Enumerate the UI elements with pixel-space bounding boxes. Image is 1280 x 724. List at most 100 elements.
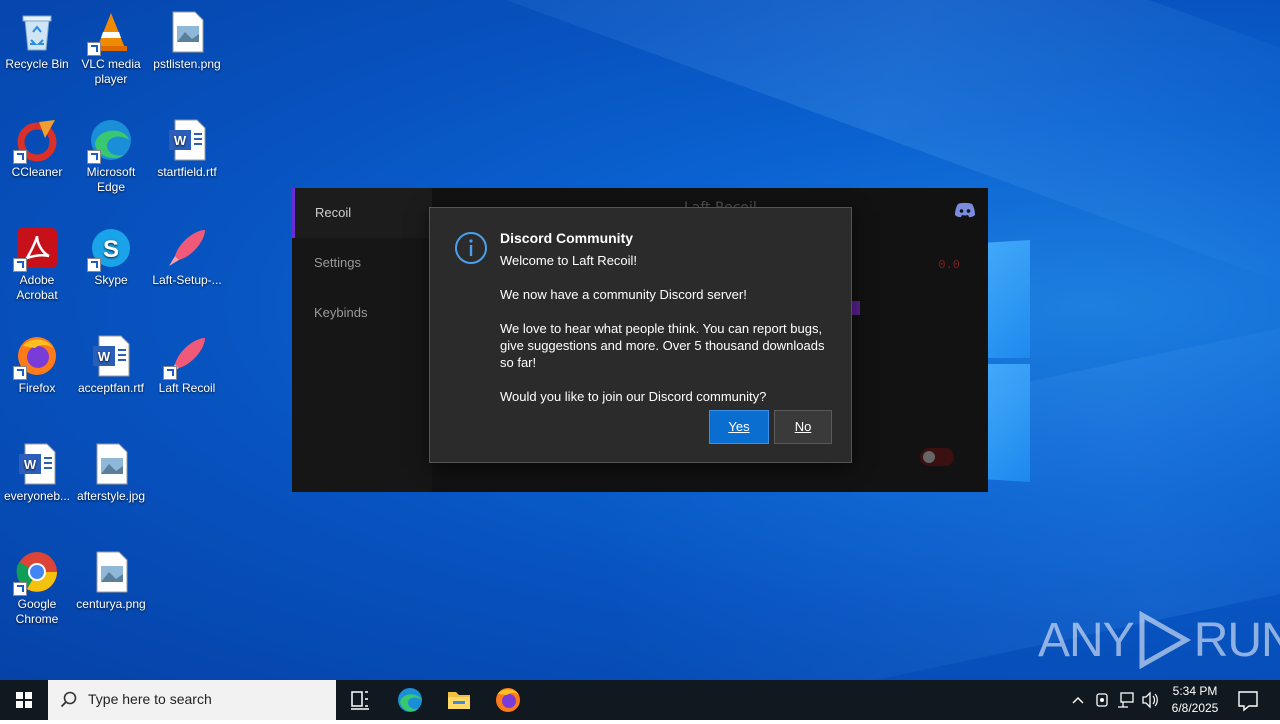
play-triangle-icon xyxy=(1139,611,1191,669)
taskbar-clock[interactable]: 5:34 PM 6/8/2025 xyxy=(1160,683,1230,717)
shortcut-arrow-icon xyxy=(13,150,27,164)
edge-icon xyxy=(87,118,133,164)
ccleaner-icon xyxy=(13,118,59,164)
notification-icon xyxy=(1238,691,1258,712)
desktop-icon-acceptfan[interactable]: W acceptfan.rtf xyxy=(74,328,148,396)
desktop-icon-afterstyle[interactable]: afterstyle.jpg xyxy=(74,436,148,504)
volume-icon[interactable] xyxy=(1142,691,1158,709)
svg-text:W: W xyxy=(98,349,111,364)
shortcut-arrow-icon xyxy=(87,150,101,164)
word-doc-icon: W xyxy=(165,118,209,162)
shortcut-arrow-icon xyxy=(87,258,101,272)
slider-handle[interactable] xyxy=(852,301,860,315)
icon-label: Laft Recoil xyxy=(158,381,216,395)
vlc-icon xyxy=(87,10,133,56)
taskbar-firefox[interactable] xyxy=(484,680,532,720)
desktop-icon-pstlisten[interactable]: pstlisten.png xyxy=(150,4,224,72)
icon-label: Microsoft Edge xyxy=(86,165,136,194)
folder-icon xyxy=(448,692,470,709)
icon-label: Laft-Setup-... xyxy=(152,273,222,287)
image-file-icon xyxy=(89,550,133,594)
discord-community-dialog: Discord Community Welcome to Laft Recoil… xyxy=(429,207,852,463)
taskbar-search-box[interactable]: Type here to search xyxy=(48,680,336,720)
dialog-line: We now have a community Discord server! xyxy=(500,287,747,302)
word-doc-icon: W xyxy=(15,442,59,486)
icon-label: everyoneb... xyxy=(3,489,71,503)
desktop-icon-laft-setup[interactable]: Laft-Setup-... xyxy=(150,220,224,288)
rocket-icon xyxy=(163,334,209,380)
icon-label: acceptfan.rtf xyxy=(77,381,145,395)
dialog-message: Welcome to Laft Recoil! We now have a co… xyxy=(500,252,840,422)
shortcut-arrow-icon xyxy=(13,366,27,380)
svg-text:W: W xyxy=(24,457,37,472)
desktop-icon-vlc[interactable]: VLC media player xyxy=(74,4,148,87)
feature-toggle[interactable] xyxy=(920,448,954,466)
app-sidebar: Recoil Settings Keybinds xyxy=(292,188,432,492)
search-icon xyxy=(60,691,77,708)
desktop-icon-firefox[interactable]: Firefox xyxy=(0,328,74,396)
desktop-icon-ccleaner[interactable]: CCleaner xyxy=(0,112,74,180)
notification-center-button[interactable] xyxy=(1232,680,1264,720)
network-icon[interactable] xyxy=(1118,692,1134,708)
desktop-icon-everyoneb[interactable]: W everyoneb... xyxy=(0,436,74,504)
desktop-icon-acrobat[interactable]: Adobe Acrobat xyxy=(0,220,74,303)
image-file-icon xyxy=(89,442,133,486)
nav-item-keybinds[interactable]: Keybinds xyxy=(292,288,432,338)
icon-label: startfield.rtf xyxy=(157,165,217,179)
desktop: Recycle Bin VLC media player pstlisten.p… xyxy=(0,0,1280,680)
chrome-icon xyxy=(13,550,59,596)
taskbar-edge[interactable] xyxy=(386,680,434,720)
no-button[interactable]: No xyxy=(774,410,832,444)
desktop-icon-startfield[interactable]: W startfield.rtf xyxy=(150,112,224,180)
discord-icon[interactable] xyxy=(954,202,976,218)
start-button[interactable] xyxy=(0,680,48,720)
nav-item-settings[interactable]: Settings xyxy=(292,238,432,288)
windows-start-icon xyxy=(16,692,32,708)
desktop-icon-chrome[interactable]: Google Chrome xyxy=(0,544,74,627)
taskbar: Type here to search 5:34 PM 6/8/2025 xyxy=(0,680,1280,720)
icon-label: pstlisten.png xyxy=(153,57,221,71)
recoil-value: 0.0 xyxy=(938,258,960,272)
firefox-icon xyxy=(13,334,59,380)
desktop-icon-centurya[interactable]: centurya.png xyxy=(74,544,148,612)
rocket-icon xyxy=(165,226,209,270)
watermark-text: ANY xyxy=(1038,613,1135,667)
taskbar-file-explorer[interactable] xyxy=(435,680,483,720)
shortcut-arrow-icon xyxy=(13,258,27,272)
desktop-icon-edge[interactable]: Microsoft Edge xyxy=(74,112,148,195)
dialog-line: Welcome to Laft Recoil! xyxy=(500,253,638,268)
task-view-button[interactable] xyxy=(336,680,384,720)
nav-item-recoil[interactable]: Recoil xyxy=(292,188,432,238)
icon-label: Google Chrome xyxy=(15,597,59,626)
dialog-line: We love to hear what people think. You c… xyxy=(500,321,825,370)
desktop-icon-laft-recoil[interactable]: Laft Recoil xyxy=(150,328,224,396)
edge-icon xyxy=(398,688,422,712)
yes-button[interactable]: Yes xyxy=(709,410,769,444)
icon-label: Adobe Acrobat xyxy=(16,273,58,302)
desktop-icon-skype[interactable]: S Skype xyxy=(74,220,148,288)
anyrun-watermark: ANY RUN xyxy=(1038,610,1280,670)
icon-label: Recycle Bin xyxy=(5,57,69,71)
icon-label: VLC media player xyxy=(81,57,141,86)
info-icon xyxy=(454,231,487,264)
image-file-icon xyxy=(165,10,209,54)
meet-now-icon[interactable] xyxy=(1096,693,1108,707)
icon-label: Firefox xyxy=(18,381,56,395)
svg-text:W: W xyxy=(174,133,187,148)
word-doc-icon: W xyxy=(89,334,133,378)
dialog-line: Would you like to join our Discord commu… xyxy=(500,389,767,404)
recycle-bin-icon xyxy=(15,10,59,54)
chevron-up-icon[interactable] xyxy=(1072,696,1084,704)
watermark-text: RUN xyxy=(1193,613,1280,667)
desktop-icon-recycle-bin[interactable]: Recycle Bin xyxy=(0,4,74,72)
shortcut-arrow-icon xyxy=(163,366,177,380)
firefox-icon xyxy=(496,688,520,712)
clock-date: 6/8/2025 xyxy=(1171,701,1219,715)
system-tray xyxy=(1068,680,1160,720)
icon-label: Skype xyxy=(94,273,128,287)
shortcut-arrow-icon xyxy=(13,582,27,596)
icon-label: centurya.png xyxy=(76,597,146,611)
task-view-icon xyxy=(351,691,369,710)
search-placeholder: Type here to search xyxy=(88,691,212,707)
icon-label: afterstyle.jpg xyxy=(76,489,146,503)
